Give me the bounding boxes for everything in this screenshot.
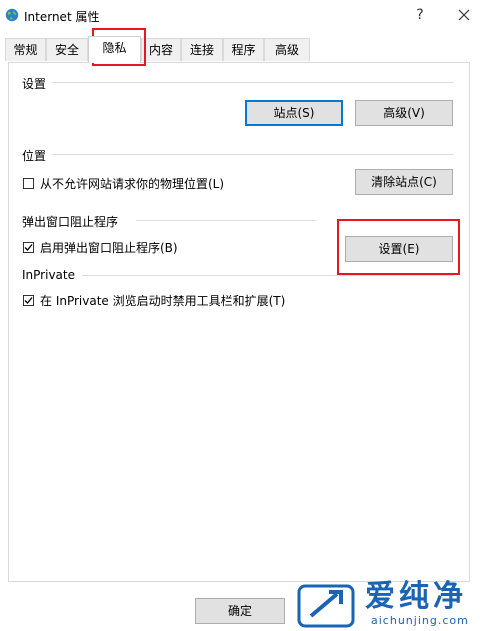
watermark-url: aichunjing.com xyxy=(371,614,469,627)
watermark-text-cn: 爱纯净 xyxy=(365,579,467,614)
watermark-logo-icon xyxy=(297,584,355,628)
separator xyxy=(52,82,454,83)
popup-settings-button[interactable]: 设置(E) xyxy=(345,236,453,262)
tab-programs[interactable]: 程序 xyxy=(223,38,264,61)
inprivate-checkbox-label: 在 InPrivate 浏览启动时禁用工具栏和扩展(T) xyxy=(40,294,286,308)
location-checkbox[interactable] xyxy=(23,178,34,189)
inprivate-checkbox[interactable] xyxy=(23,295,34,306)
tab-security[interactable]: 安全 xyxy=(46,38,88,61)
tab-bar: 常规 安全 隐私 内容 连接 程序 高级 xyxy=(5,36,310,63)
advanced-button[interactable]: 高级(V) xyxy=(355,100,453,126)
tab-privacy[interactable]: 隐私 xyxy=(88,36,141,63)
popup-blocker-checkbox-label: 启用弹出窗口阻止程序(B) xyxy=(40,241,178,255)
privacy-panel xyxy=(8,62,470,582)
internet-globe-icon xyxy=(5,8,19,22)
close-icon[interactable] xyxy=(452,5,476,25)
popup-blocker-checkbox[interactable] xyxy=(23,242,34,253)
tab-connections[interactable]: 连接 xyxy=(181,38,223,61)
sites-button[interactable]: 站点(S) xyxy=(245,100,343,126)
separator xyxy=(82,275,454,276)
checkmark-icon xyxy=(24,297,33,304)
watermark: 爱纯净 aichunjing.com xyxy=(293,580,490,631)
section-label-inprivate: InPrivate xyxy=(22,268,75,282)
window-title: Internet 属性 xyxy=(24,10,100,24)
title-bar: Internet 属性 ? xyxy=(0,0,490,30)
section-label-popup-blocker: 弹出窗口阻止程序 xyxy=(22,215,119,229)
section-label-settings: 设置 xyxy=(22,77,47,91)
help-button[interactable]: ? xyxy=(410,5,430,25)
clear-sites-button[interactable]: 清除站点(C) xyxy=(355,169,453,195)
separator xyxy=(136,220,316,221)
tab-advanced[interactable]: 高级 xyxy=(264,38,310,61)
separator xyxy=(52,154,454,155)
section-label-location: 位置 xyxy=(22,149,47,163)
tab-content[interactable]: 内容 xyxy=(141,38,181,61)
checkmark-icon xyxy=(24,244,33,251)
tab-general[interactable]: 常规 xyxy=(5,38,46,61)
ok-button[interactable]: 确定 xyxy=(195,598,285,624)
location-checkbox-label: 从不允许网站请求你的物理位置(L) xyxy=(40,177,225,191)
